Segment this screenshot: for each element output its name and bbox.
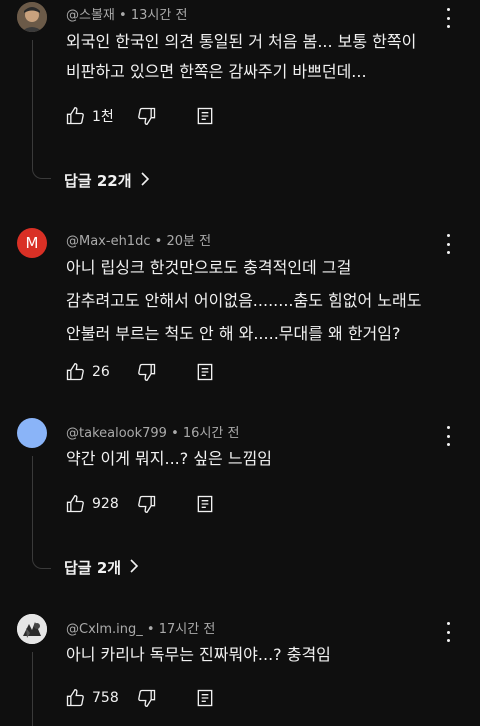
view-replies-button[interactable]: 답글 22개 (64, 170, 150, 191)
comment-actions: 928 (64, 492, 216, 516)
more-options-icon[interactable] (440, 426, 456, 446)
comment-text: 아니 카리나 독무는 진짜뭐야...? 충격임 (66, 645, 331, 664)
like-count: 928 (92, 496, 119, 512)
avatar[interactable] (17, 614, 47, 644)
meta-separator: • (146, 622, 155, 637)
comment-time[interactable]: 20분 전 (166, 234, 211, 249)
like-count: 1천 (92, 109, 114, 125)
view-replies-button[interactable]: 답글 2개 (64, 557, 139, 578)
comment-text: 약간 이게 뭐지...? 싶은 느낌임 (66, 449, 273, 468)
avatar-letter: M (25, 234, 39, 252)
meta-separator: • (119, 8, 127, 23)
comment-time[interactable]: 17시간 전 (159, 622, 216, 637)
dislike-icon[interactable] (136, 493, 158, 515)
comment-time[interactable]: 13시간 전 (131, 8, 188, 23)
like-count: 26 (92, 364, 110, 380)
thread-curve (32, 166, 51, 179)
replies-label: 답글 2개 (64, 559, 122, 577)
comment-meta: @Max-eh1dc • 20분 전 (66, 230, 211, 249)
reply-icon[interactable] (194, 493, 216, 515)
more-options-icon[interactable] (440, 8, 456, 28)
avatar[interactable] (17, 2, 47, 32)
comment-text: 아니 립싱크 한것만으로도 충격적인데 그걸 감추려고도 안해서 어이없음...… (66, 258, 422, 343)
reply-icon[interactable] (194, 361, 216, 383)
comment-author[interactable]: @Cxlm.ing_ (66, 622, 143, 637)
dislike-icon[interactable] (136, 687, 158, 709)
chevron-right-icon (129, 558, 139, 577)
avatar[interactable]: M (17, 228, 47, 258)
comment-meta: @takealook799 • 16시간 전 (66, 422, 239, 441)
thread-curve (32, 556, 51, 569)
comment-text: 외국인 한국인 의견 통일된 거 처음 봄... 보통 한쪽이 비판하고 있으면… (66, 32, 417, 81)
dislike-icon[interactable] (136, 361, 158, 383)
comment-author[interactable]: @Max-eh1dc (66, 234, 150, 249)
reply-icon[interactable] (194, 105, 216, 127)
more-options-icon[interactable] (440, 622, 456, 642)
comment-actions: 26 (64, 360, 216, 384)
like-icon[interactable] (64, 361, 86, 383)
comment-author[interactable]: @takealook799 (66, 426, 167, 441)
dislike-icon[interactable] (136, 105, 158, 127)
avatar[interactable] (17, 418, 47, 448)
like-icon[interactable] (64, 687, 86, 709)
like-icon[interactable] (64, 105, 86, 127)
comment-actions: 758 (64, 686, 216, 710)
like-count: 758 (92, 690, 119, 706)
reply-icon[interactable] (194, 687, 216, 709)
meta-separator: • (171, 426, 179, 441)
user-photo-icon (17, 614, 47, 644)
thread-line (32, 40, 33, 166)
comment-actions: 1천 (64, 104, 216, 128)
user-photo-icon (17, 2, 47, 32)
like-icon[interactable] (64, 493, 86, 515)
meta-separator: • (154, 234, 163, 249)
comment-author[interactable]: @스볼재 (66, 8, 115, 23)
chevron-right-icon (140, 171, 150, 190)
comment-time[interactable]: 16시간 전 (183, 426, 240, 441)
thread-line (32, 652, 33, 726)
thread-line (32, 456, 33, 556)
replies-label: 답글 22개 (64, 172, 132, 190)
comment-meta: @스볼재 • 13시간 전 (66, 4, 187, 23)
comment-meta: @Cxlm.ing_ • 17시간 전 (66, 618, 215, 637)
